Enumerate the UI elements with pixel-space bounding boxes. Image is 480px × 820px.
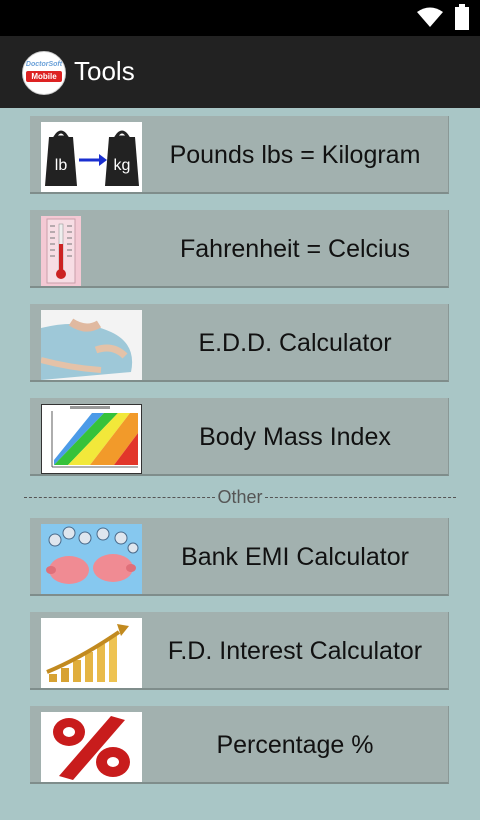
tool-item-percentage[interactable]: Percentage % [30, 706, 449, 784]
separator-label: Other [217, 486, 263, 507]
tool-label: Percentage % [216, 731, 374, 759]
logo-top-text: DoctorSoft [25, 61, 63, 68]
tool-item-bank-emi-calculator[interactable]: Bank EMI Calculator [30, 518, 449, 596]
weight-conversion-icon: lb kg [41, 122, 142, 192]
app-logo[interactable]: DoctorSoft Mobile [22, 51, 66, 95]
growth-bars-image [41, 618, 142, 688]
percent-icon [41, 712, 142, 782]
bmi-chart-image [41, 404, 142, 474]
section-separator: Other [24, 485, 456, 509]
kg-text: kg [114, 157, 131, 174]
app-bar: DoctorSoft Mobile Tools [0, 36, 480, 108]
piggy-bank-image [41, 524, 142, 594]
wifi-icon [417, 7, 443, 27]
tool-item-edd-calculator[interactable]: E.D.D. Calculator [30, 304, 449, 382]
status-bar [0, 0, 480, 36]
tool-item-fahrenheit-celcius[interactable]: Fahrenheit = Celcius [30, 210, 449, 288]
pregnancy-image [41, 310, 142, 380]
tool-label: F.D. Interest Calculator [167, 637, 423, 665]
tool-label: Fahrenheit = Celcius [180, 235, 410, 263]
logo-bottom-text: Mobile [26, 71, 62, 82]
tool-label: E.D.D. Calculator [198, 329, 392, 357]
tool-label: Pounds lbs = Kilogram [169, 141, 421, 169]
tool-item-fd-interest-calculator[interactable]: F.D. Interest Calculator [30, 612, 449, 690]
page-title: Tools [74, 56, 135, 86]
tool-label: Body Mass Index [199, 423, 391, 451]
tool-item-pounds-kilogram[interactable]: lb kg Pounds lbs = Kilogram [30, 116, 449, 194]
battery-icon [455, 4, 469, 30]
lb-text: lb [55, 157, 68, 174]
tool-label: Bank EMI Calculator [181, 543, 409, 571]
tool-item-body-mass-index[interactable]: Body Mass Index [30, 398, 449, 476]
thermometer-icon [41, 216, 81, 286]
